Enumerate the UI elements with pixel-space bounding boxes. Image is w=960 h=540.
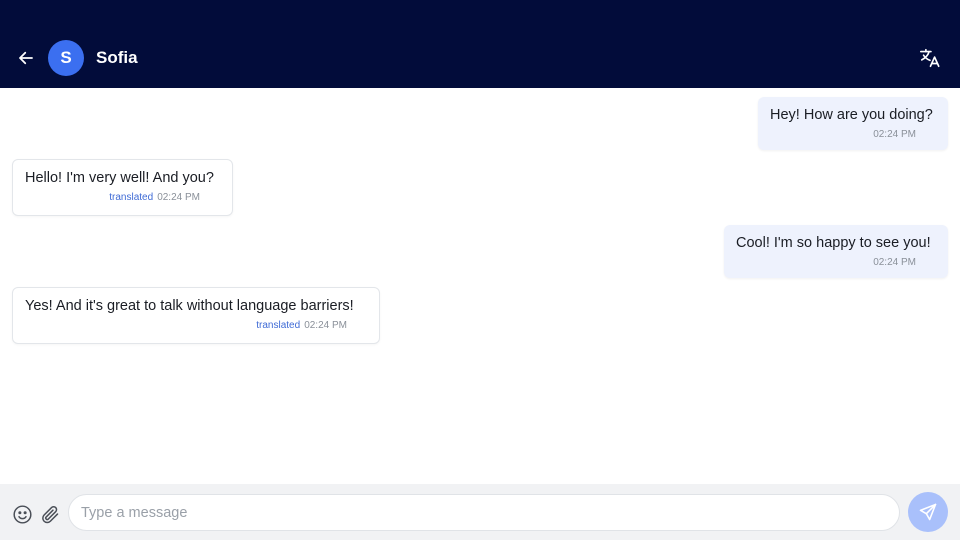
back-button[interactable] bbox=[14, 46, 38, 70]
message-input[interactable] bbox=[68, 494, 900, 531]
message-bubble-sent[interactable]: Hey! How are you doing? 02:24 PM bbox=[758, 97, 948, 150]
message-time: 02:24 PM bbox=[304, 320, 347, 331]
message-text: Cool! I'm so happy to see you! bbox=[736, 235, 931, 251]
message-bubble-received[interactable]: Yes! And it's great to talk without lang… bbox=[12, 287, 380, 344]
message-meta: 02:24 PM bbox=[770, 129, 936, 140]
message-text: Yes! And it's great to talk without lang… bbox=[25, 298, 354, 314]
contact-name: Sofia bbox=[96, 48, 138, 67]
message-list[interactable]: Hey! How are you doing? 02:24 PM Hello! … bbox=[0, 88, 960, 484]
message-text: Hello! I'm very well! And you? bbox=[25, 170, 214, 186]
message-time: 02:24 PM bbox=[873, 257, 916, 268]
message-meta: translated 02:24 PM bbox=[25, 192, 200, 203]
message-time: 02:24 PM bbox=[873, 129, 916, 140]
message-bubble-sent[interactable]: Cool! I'm so happy to see you! 02:24 PM bbox=[724, 225, 948, 278]
send-button[interactable] bbox=[908, 492, 948, 532]
translate-button[interactable] bbox=[918, 46, 942, 70]
translated-label: translated bbox=[256, 320, 301, 331]
translate-icon bbox=[920, 48, 940, 68]
message-meta: 02:24 PM bbox=[736, 257, 936, 268]
attach-button[interactable] bbox=[39, 503, 61, 525]
chat-app: S Sofia Hey! How are you doing? 02:24 PM… bbox=[0, 0, 960, 540]
message-text: Hey! How are you doing? bbox=[770, 107, 933, 123]
message-meta: translated 02:24 PM bbox=[25, 320, 347, 331]
chat-header: S Sofia bbox=[0, 0, 960, 88]
smiley-icon bbox=[12, 504, 32, 524]
message-time: 02:24 PM bbox=[157, 192, 200, 203]
arrow-left-icon bbox=[19, 51, 33, 65]
emoji-button[interactable] bbox=[11, 503, 33, 525]
send-icon bbox=[919, 503, 937, 521]
avatar[interactable]: S bbox=[48, 40, 84, 76]
message-bubble-received[interactable]: Hello! I'm very well! And you? translate… bbox=[12, 159, 233, 216]
translated-label: translated bbox=[109, 192, 154, 203]
paperclip-icon bbox=[41, 505, 58, 523]
